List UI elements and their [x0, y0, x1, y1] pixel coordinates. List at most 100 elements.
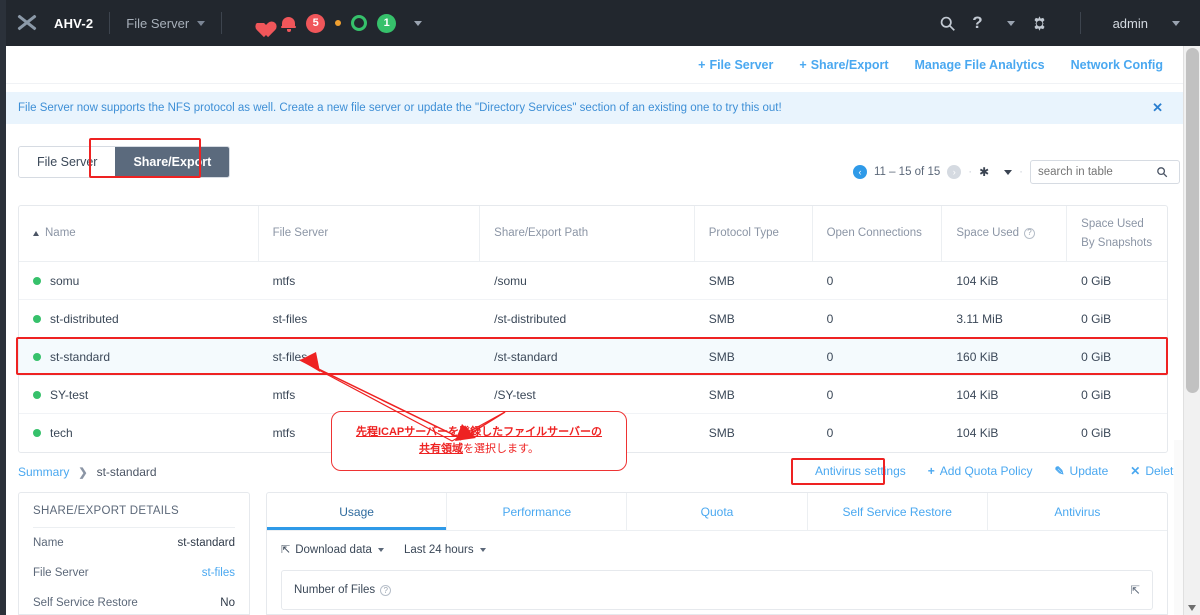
cell-name[interactable]: somu	[19, 274, 259, 288]
gear-icon[interactable]: ✱	[979, 165, 989, 179]
create-share-export-link[interactable]: + Share/Export	[799, 58, 888, 72]
table-row[interactable]: st-distributed st-files /st-distributed …	[19, 300, 1167, 338]
chevron-left-icon[interactable]: ‹	[852, 165, 867, 179]
tab-antivirus[interactable]: Antivirus	[988, 493, 1167, 530]
chevron-down-icon[interactable]	[479, 547, 486, 552]
page-action-bar: + File Server + Share/Export Manage File A…	[6, 46, 1183, 84]
chevron-down-icon[interactable]	[1004, 169, 1013, 175]
table-row[interactable]: somu mtfs /somu SMB 0 104 KiB 0 GiB	[19, 262, 1167, 300]
top-navigation-bar: AHV-2 File Server 5 1 ? admin	[0, 0, 1200, 46]
external-link-icon: ⇱	[281, 544, 291, 556]
column-header-name-label: Name	[45, 227, 76, 240]
detail-tab-panel: Usage Performance Quota Self Service Res…	[266, 492, 1168, 615]
time-range-selector[interactable]: Last 24 hours	[404, 544, 486, 556]
status-dot-icon	[33, 429, 41, 437]
pagination-range: 11 – 15 of 15	[873, 166, 941, 178]
health-heart-icon[interactable]	[252, 14, 271, 32]
scrollbar-thumb[interactable]	[1186, 48, 1199, 393]
antivirus-settings-button[interactable]: Antivirus settings	[815, 464, 906, 478]
add-quota-policy-label: Add Quota Policy	[939, 464, 1033, 478]
cell-snapshots: 0 GiB	[1081, 349, 1112, 364]
scroll-down-arrow-icon[interactable]	[1188, 605, 1196, 611]
cell-path: /st-standard	[494, 349, 558, 364]
cell-connections: 0	[826, 273, 834, 288]
column-header-protocol-type[interactable]: Protocol Type	[695, 206, 813, 261]
download-data-button[interactable]: ⇱ Download data	[281, 543, 384, 556]
entity-type-toggle: File Server Share/Export	[18, 146, 231, 178]
chevron-down-icon[interactable]	[197, 20, 206, 26]
external-link-icon[interactable]: ⇱	[1130, 583, 1140, 597]
detail-key: File Server	[33, 567, 89, 579]
table-row[interactable]: SY-test mtfs /SY-test SMB 0 104 KiB 0 Gi…	[19, 376, 1167, 414]
task-count-badge[interactable]: 1	[377, 13, 397, 33]
column-header-file-server[interactable]: File Server	[259, 206, 481, 261]
share-export-details-panel: SHARE/EXPORT DETAILS Name st-standard Fi…	[18, 492, 250, 615]
separator: ·	[1019, 166, 1023, 178]
cell-file-server: st-files	[272, 311, 308, 326]
column-header-open-connections[interactable]: Open Connections	[813, 206, 943, 261]
cell-name[interactable]: st-distributed	[19, 312, 259, 326]
close-icon: ✕	[1130, 464, 1141, 478]
vertical-scrollbar[interactable]	[1183, 46, 1200, 615]
update-button[interactable]: ✎ Update	[1054, 464, 1108, 478]
detail-value-link[interactable]: st-files	[202, 567, 235, 579]
cell-name[interactable]: SY-test	[19, 388, 259, 402]
user-menu-label[interactable]: admin	[1113, 16, 1148, 31]
create-file-server-label: File Server	[709, 57, 774, 72]
help-icon[interactable]: ?	[1024, 228, 1036, 239]
column-header-share-export-path[interactable]: Share/Export Path	[480, 206, 695, 261]
context-selector-label[interactable]: File Server	[126, 16, 189, 31]
search-icon[interactable]	[939, 15, 956, 32]
table-row-selected[interactable]: st-standard st-files /st-standard SMB 0 …	[19, 338, 1167, 376]
cell-name[interactable]: tech	[19, 426, 259, 440]
callout-line2-rest: を選択します。	[463, 443, 539, 455]
cell-name-label: SY-test	[50, 387, 89, 402]
tab-usage[interactable]: Usage	[267, 493, 448, 530]
cell-snapshots: 0 GiB	[1081, 311, 1112, 326]
close-icon[interactable]: ✕	[1152, 100, 1171, 116]
network-config-link[interactable]: Network Config	[1071, 58, 1163, 72]
gear-icon[interactable]	[1031, 15, 1048, 32]
chevron-down-icon[interactable]	[414, 20, 423, 26]
column-header-snapshots-label: Space Used By Snapshots	[1081, 218, 1153, 249]
search-input[interactable]	[1038, 166, 1156, 178]
column-header-space-used[interactable]: Space Used ?	[942, 206, 1068, 261]
breadcrumb-summary-link[interactable]: Summary	[18, 465, 69, 479]
tab-file-server[interactable]: File Server	[19, 147, 116, 177]
inner-scroll-track	[1174, 440, 1183, 615]
tab-performance[interactable]: Performance	[447, 493, 628, 530]
search-input-wrapper[interactable]	[1030, 160, 1180, 184]
column-header-name[interactable]: Name	[19, 206, 259, 261]
cell-protocol: SMB	[708, 387, 735, 402]
status-dot-icon	[33, 276, 41, 285]
tab-self-service-restore[interactable]: Self Service Restore	[808, 493, 988, 530]
tab-quota[interactable]: Quota	[627, 493, 808, 530]
cell-name-label: st-standard	[50, 349, 111, 364]
column-header-space-used-by-snapshots[interactable]: Space Used By Snapshots	[1067, 206, 1167, 261]
detail-row-file-server: File Server st-files	[33, 558, 235, 588]
manage-file-analytics-link[interactable]: Manage File Analytics	[915, 58, 1045, 72]
column-header-space-used-label: Space Used	[956, 227, 1020, 240]
add-quota-policy-button[interactable]: + Add Quota Policy	[928, 464, 1033, 478]
chevron-right-icon[interactable]: ›	[947, 165, 962, 179]
status-dot-icon	[33, 314, 41, 323]
search-icon[interactable]	[1156, 166, 1168, 178]
chevron-down-icon[interactable]	[1006, 20, 1015, 26]
help-icon[interactable]: ?	[972, 13, 982, 33]
task-ring-icon[interactable]	[351, 15, 368, 31]
status-indicator-group: 5 1	[252, 13, 423, 33]
chevron-down-icon[interactable]	[1172, 20, 1180, 26]
delete-button[interactable]: ✕ Delete	[1130, 464, 1180, 478]
create-file-server-link[interactable]: + File Server	[698, 58, 773, 72]
alert-bell-icon[interactable]	[281, 15, 297, 32]
nutanix-x-logo[interactable]	[14, 10, 40, 36]
info-banner-text: File Server now supports the NFS protoco…	[18, 102, 782, 114]
help-icon[interactable]: ?	[380, 584, 392, 596]
tab-share-export[interactable]: Share/Export	[115, 147, 230, 177]
chevron-right-icon: ❯	[78, 466, 88, 479]
plus-icon: +	[799, 57, 807, 72]
cell-protocol: SMB	[708, 311, 735, 326]
chevron-down-icon[interactable]	[377, 547, 384, 552]
alert-count-badge[interactable]: 5	[306, 13, 326, 33]
cell-name[interactable]: st-standard	[19, 350, 259, 364]
